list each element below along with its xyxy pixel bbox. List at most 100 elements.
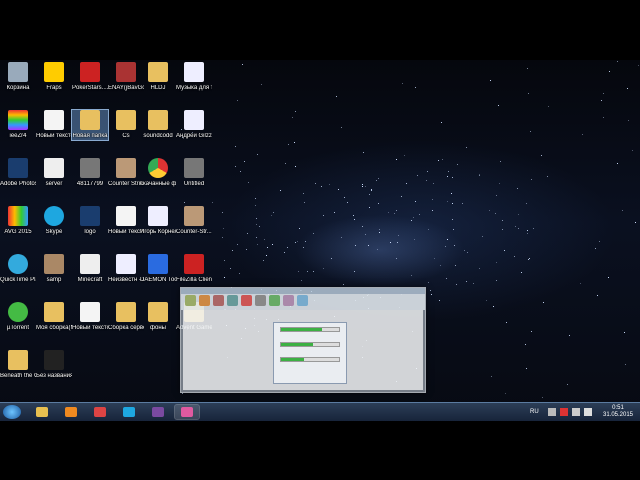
folder-icon (8, 350, 28, 370)
desktop-icon[interactable]: скачанные файлы (140, 158, 176, 188)
desktop-icon[interactable]: µTorrent (0, 302, 36, 332)
star (329, 184, 331, 186)
windows-start-icon[interactable] (3, 405, 21, 419)
star (346, 202, 348, 204)
desktop-icon[interactable]: Counter Strike Sour... (108, 158, 144, 188)
star (255, 217, 257, 219)
star (628, 120, 630, 122)
desktop-icon[interactable]: Неизвестн - Взрыв это... (108, 254, 144, 284)
desktop-icon[interactable]: HLDJ (140, 62, 176, 92)
desktop-icon[interactable]: Сборка сервер... (108, 302, 144, 332)
clock[interactable]: 0:51 31.05.2015 (600, 405, 636, 423)
desktop-icon-label: Сборка сервер... (108, 325, 144, 331)
star (632, 149, 634, 151)
repair-icon[interactable] (297, 295, 308, 306)
skype-icon-glyph (123, 407, 135, 417)
network-icon[interactable] (572, 408, 580, 416)
desktop-icon-label: фоны (150, 325, 166, 331)
info-icon[interactable] (283, 295, 294, 306)
desktop-icon[interactable]: Untitled (176, 158, 212, 188)
desktop-icon[interactable]: DAEMON Tools Lite (140, 254, 176, 284)
desktop-icon-label: Новая папка (72, 133, 108, 139)
desktop-icon[interactable]: Counter-Str... 1.6 Хром 1... (176, 206, 212, 236)
star (263, 239, 265, 241)
star (306, 270, 308, 272)
chrome-icon[interactable] (88, 405, 112, 419)
add-icon[interactable] (185, 295, 196, 306)
star (291, 116, 293, 118)
desktop-icon[interactable]: QuickTime Player (0, 254, 36, 284)
tray-arrow-icon[interactable] (548, 408, 556, 416)
star (517, 214, 519, 216)
star (405, 183, 407, 185)
desktop-icon[interactable]: Игорь Корнелю... (140, 206, 176, 236)
star (261, 83, 263, 85)
desktop-icon[interactable]: Cs (108, 110, 144, 140)
tray-app-icon[interactable] (560, 408, 568, 416)
star (528, 259, 530, 261)
desktop-icon[interactable]: soundcodd (140, 110, 176, 140)
desktop-icon[interactable]: FileZilla Client (176, 254, 212, 284)
explorer-icon[interactable] (30, 405, 54, 419)
star (400, 195, 402, 197)
star (503, 249, 505, 251)
delete-icon[interactable] (241, 295, 252, 306)
photoshop-icon (8, 158, 28, 178)
desktop-icon[interactable]: ENAY(jBavGc (108, 62, 144, 92)
desktop-icon-label: logo (84, 229, 96, 235)
desktop-icon[interactable]: Fraps (36, 62, 72, 92)
desktop-icon[interactable]: Minecraft (72, 254, 108, 284)
desktop-icon[interactable]: Моя сборка(Ml... (36, 302, 72, 332)
desktop-icon[interactable]: Музыка для тубр - Тру... (176, 62, 212, 92)
desktop-icon[interactable]: Корзина (0, 62, 36, 92)
desktop-icon[interactable]: Без названия (36, 350, 72, 380)
desktop-icon[interactable]: PokerStars.... (72, 62, 108, 92)
desktop-icon[interactable]: Beneath the Cardboard (0, 350, 36, 380)
desktop-icon[interactable]: Новый текстовый ... (72, 302, 108, 332)
star (410, 275, 412, 277)
desktop-icon[interactable]: Новый текстов... (108, 206, 144, 236)
skype-icon[interactable] (117, 405, 141, 419)
language-indicator[interactable]: RU (530, 403, 539, 421)
desktop-icon[interactable]: Андрей Gilzz-Lee ... (176, 110, 212, 140)
star (300, 279, 302, 281)
star (582, 133, 584, 135)
desktop-icon[interactable]: 48117799 (72, 158, 108, 188)
star (235, 165, 237, 167)
desktop-icon-label: HLDJ (150, 85, 166, 91)
media-player-icon[interactable] (59, 405, 83, 419)
desktop-icon-label: Новый текстовый ... (72, 325, 108, 331)
star (404, 155, 406, 157)
star (389, 241, 391, 243)
desktop-icon-label: Untitled (183, 181, 205, 187)
star (396, 242, 398, 244)
desktop-icon[interactable]: server (36, 158, 72, 188)
star (344, 197, 345, 199)
winrar-window[interactable] (180, 287, 426, 393)
desktop-icon[interactable]: AVG 2015 (0, 206, 36, 236)
paint-icon[interactable] (174, 404, 200, 420)
view-icon[interactable] (227, 295, 238, 306)
test-icon[interactable] (213, 295, 224, 306)
star (361, 226, 363, 228)
desktop-icon[interactable]: фоны (140, 302, 176, 332)
star (451, 193, 453, 195)
extract-icon[interactable] (199, 295, 210, 306)
desktop-icon[interactable]: ieeZr4 (0, 110, 36, 140)
winrar-icon[interactable] (146, 405, 170, 419)
star (313, 270, 315, 272)
desktop-icon[interactable]: samp (36, 254, 72, 284)
desktop-icon[interactable]: Adobe Photosh... (0, 158, 36, 188)
file-list[interactable] (183, 310, 423, 390)
desktop-icon[interactable]: Новый текстовый ... (36, 110, 72, 140)
desktop-icon[interactable]: Skype (36, 206, 72, 236)
star (298, 270, 300, 272)
star (541, 154, 543, 156)
find-icon[interactable] (255, 295, 266, 306)
desktop-icon[interactable]: Новая папка (71, 109, 109, 141)
wizard-icon[interactable] (269, 295, 280, 306)
star (439, 300, 441, 301)
volume-icon[interactable] (584, 408, 592, 416)
star (294, 242, 296, 244)
desktop-icon[interactable]: logo (72, 206, 108, 236)
